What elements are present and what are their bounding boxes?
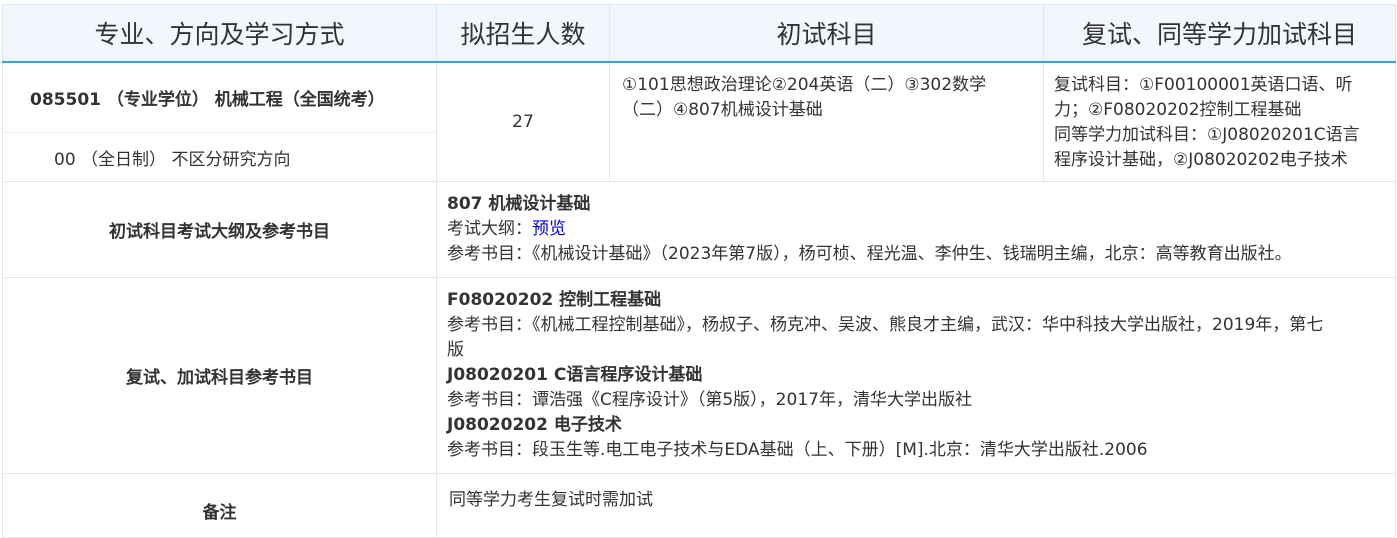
admission-table: 专业、方向及学习方式 拟招生人数 初试科目 复试、同等学力加试科目 085501… (2, 4, 1396, 538)
retest-refs-label: 复试、加试科目参考书目 (2, 277, 437, 474)
major-cell: 085501 （专业学位） 机械工程（全国统考） 00 （全日制） 不区分研究方… (2, 61, 437, 182)
remarks-label: 备注 (2, 473, 437, 538)
remarks-text: 同等学力考生复试时需加试 (436, 473, 1396, 538)
quota-value: 27 (436, 61, 610, 182)
retest-ref-title: F08020202 控制工程基础 (447, 290, 662, 310)
initial-subjects-line: ①101思想政治理论②204英语（二）③302数学 (622, 75, 987, 95)
retest-subjects-cell: 复试科目：①F00100001英语口语、听 力；②F08020202控制工程基础… (1043, 61, 1396, 182)
remarks-row: 备注 同等学力考生复试时需加试 (2, 473, 1396, 538)
retest-ref-text: 参考书目：《机械工程控制基础》，杨叔子、杨克冲、吴波、熊良才主编，武汉：华中科技… (447, 315, 1324, 335)
retest-ref-title: J08020201 C语言程序设计基础 (447, 365, 703, 385)
exam-outline-subject: 807 机械设计基础 (447, 194, 591, 214)
exam-outline-reference: 参考书目：《机械设计基础》（2023年第7版），杨可桢、程光温、李仲生、钱瑞明主… (447, 244, 1292, 264)
retest-subjects-line: 程序设计基础，②J08020202电子技术 (1054, 150, 1348, 170)
preview-link[interactable]: 预览 (532, 219, 566, 239)
major-title: 085501 （专业学位） 机械工程（全国统考） (3, 63, 436, 133)
retest-ref-text: 参考书目：谭浩强《C程序设计》（第5版），2017年，清华大学出版社 (447, 390, 972, 410)
retest-subjects-line: 同等学力加试科目：①J08020201C语言 (1054, 125, 1360, 145)
exam-outline-content: 807 机械设计基础 考试大纲：预览 参考书目：《机械设计基础》（2023年第7… (436, 181, 1396, 278)
exam-outline-prefix: 考试大纲： (447, 219, 532, 239)
initial-subjects-cell: ①101思想政治理论②204英语（二）③302数学 （二）④807机械设计基础 (609, 61, 1044, 182)
header-quota: 拟招生人数 (436, 4, 610, 63)
header-retest-subjects: 复试、同等学力加试科目 (1043, 4, 1396, 63)
retest-ref-title: J08020202 电子技术 (447, 415, 622, 435)
exam-outline-label: 初试科目考试大纲及参考书目 (2, 181, 437, 278)
retest-ref-text: 参考书目：段玉生等.电工电子技术与EDA基础（上、下册）[M].北京：清华大学出… (447, 440, 1148, 460)
major-direction: 00 （全日制） 不区分研究方向 (54, 149, 291, 170)
retest-ref-text: 版 (447, 340, 464, 360)
retest-refs-content: F08020202 控制工程基础 参考书目：《机械工程控制基础》，杨叔子、杨克冲… (436, 277, 1396, 474)
header-major: 专业、方向及学习方式 (2, 4, 437, 63)
header-row: 专业、方向及学习方式 拟招生人数 初试科目 复试、同等学力加试科目 (2, 4, 1396, 63)
retest-refs-row: 复试、加试科目参考书目 F08020202 控制工程基础 参考书目：《机械工程控… (2, 277, 1396, 474)
initial-subjects-line: （二）④807机械设计基础 (622, 100, 823, 120)
retest-subjects-line: 复试科目：①F00100001英语口语、听 (1054, 75, 1353, 95)
exam-outline-line: 考试大纲：预览 (447, 217, 1385, 242)
admission-table-view: 专业、方向及学习方式 拟招生人数 初试科目 复试、同等学力加试科目 085501… (0, 0, 1397, 538)
header-initial-subjects: 初试科目 (609, 4, 1044, 63)
exam-outline-row: 初试科目考试大纲及参考书目 807 机械设计基础 考试大纲：预览 参考书目：《机… (2, 181, 1396, 278)
major-row: 085501 （专业学位） 机械工程（全国统考） 00 （全日制） 不区分研究方… (2, 61, 1396, 182)
retest-subjects-line: 力；②F08020202控制工程基础 (1054, 100, 1302, 120)
